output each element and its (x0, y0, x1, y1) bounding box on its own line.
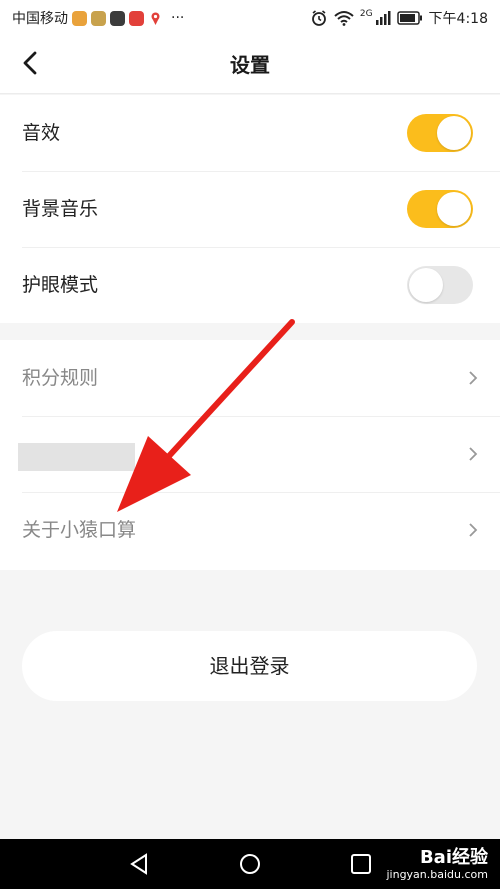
eye-care-mode-toggle[interactable] (407, 266, 473, 304)
settings-item-redacted[interactable] (0, 416, 500, 492)
carrier-label: 中国移动 (12, 11, 68, 27)
toggle-knob (437, 116, 471, 150)
status-bar: 中国移动 ··· 2G 下午4:18 (0, 0, 500, 36)
sound-effects-toggle[interactable] (407, 114, 473, 152)
app-notification-icon (110, 10, 125, 26)
chevron-right-icon (469, 523, 478, 537)
settings-item-about[interactable]: 关于小猿口算 (0, 492, 500, 568)
app-notification-icon (129, 10, 144, 26)
toggle-settings-section: 音效 背景音乐 护眼模式 (0, 95, 500, 323)
nav-bar: 设置 (0, 36, 500, 94)
settings-item-points-rules[interactable]: 积分规则 (0, 340, 500, 416)
recent-apps-square-icon[interactable] (350, 853, 372, 875)
battery-icon (396, 11, 422, 25)
background-music-toggle[interactable] (407, 190, 473, 228)
logout-button[interactable]: 退出登录 (22, 631, 477, 701)
page-title: 设置 (230, 53, 270, 77)
watermark-site: jingyan.baidu.com (386, 868, 488, 881)
toggle-knob (409, 268, 443, 302)
settings-item-label: 关于小猿口算 (22, 519, 137, 541)
wifi-icon (334, 11, 354, 26)
clock: 下午4:18 (428, 11, 488, 27)
app-notification-icon (72, 10, 87, 26)
signal-icon (375, 11, 391, 25)
watermark-brand: Bai经验 (419, 847, 488, 868)
setting-row-background-music: 背景音乐 (0, 171, 500, 247)
chevron-right-icon (469, 447, 478, 461)
toggle-knob (437, 192, 471, 226)
watermark: Bai经验 jingyan.baidu.com (386, 847, 488, 882)
map-pin-icon (148, 11, 163, 26)
system-nav-bar: Bai经验 jingyan.baidu.com (0, 839, 500, 889)
settings-item-label: 积分规则 (22, 367, 99, 389)
app-notification-icon (91, 10, 106, 26)
alarm-icon (311, 10, 326, 26)
setting-label: 背景音乐 (22, 198, 99, 220)
network-type: 2G (359, 9, 373, 19)
back-triangle-icon[interactable] (128, 853, 150, 875)
chevron-right-icon (469, 371, 478, 385)
redacted-block (18, 443, 135, 471)
setting-label: 音效 (22, 122, 61, 144)
home-circle-icon[interactable] (239, 853, 261, 875)
setting-row-sound-effects: 音效 (0, 95, 500, 171)
more-notifications: ··· (171, 10, 185, 26)
setting-row-eye-care-mode: 护眼模式 (0, 247, 500, 323)
link-settings-section: 积分规则 关于小猿口算 (0, 340, 500, 570)
setting-label: 护眼模式 (22, 274, 99, 296)
